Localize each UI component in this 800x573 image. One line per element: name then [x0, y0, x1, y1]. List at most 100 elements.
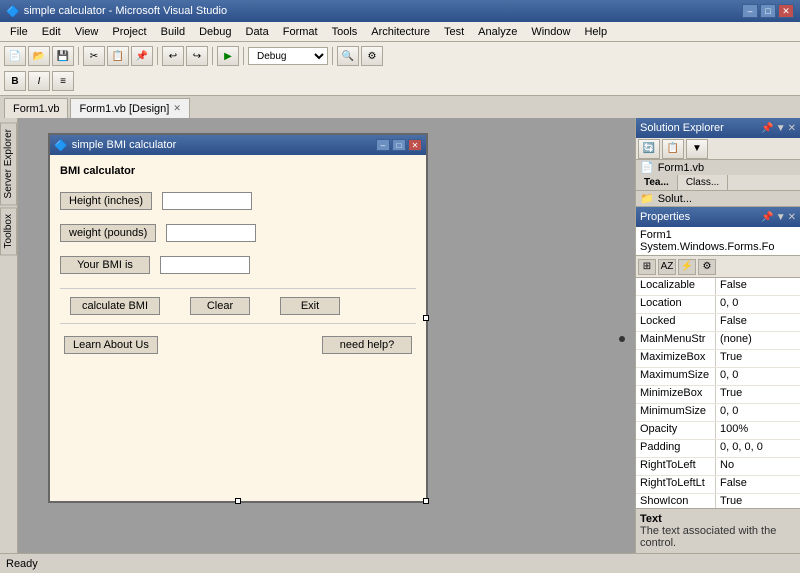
prop-events-btn[interactable]: ⚙: [698, 259, 716, 275]
prop-pages-btn[interactable]: ⚡: [678, 259, 696, 275]
weight-textbox[interactable]: [166, 224, 256, 242]
design-area[interactable]: 🔷 simple BMI calculator – □ ✕ BMI calcul…: [18, 118, 635, 553]
menu-help[interactable]: Help: [578, 24, 613, 40]
paste-btn[interactable]: 📌: [131, 46, 153, 66]
prop-close-icon[interactable]: ✕: [788, 212, 796, 223]
exit-btn[interactable]: Exit: [280, 297, 340, 315]
start-btn[interactable]: ▶: [217, 46, 239, 66]
se-tab-class[interactable]: Class...: [678, 175, 728, 190]
menu-window[interactable]: Window: [525, 24, 576, 40]
form-max-btn[interactable]: □: [392, 139, 406, 151]
prop-row-opacity[interactable]: Opacity 100%: [636, 422, 800, 440]
prop-row-maximumsize[interactable]: MaximumSize 0, 0: [636, 368, 800, 386]
menu-file[interactable]: File: [4, 24, 34, 40]
se-solution-item[interactable]: 📁 Solut...: [636, 191, 800, 206]
right-panel: Solution Explorer 📌 ▼ ✕ 🔄 📋 ▼ 📄 Form1.vb…: [635, 118, 800, 553]
form-min-btn[interactable]: –: [376, 139, 390, 151]
pin-icon[interactable]: 📌: [761, 123, 773, 134]
title-bar-text: simple calculator - Microsoft Visual Stu…: [24, 5, 227, 17]
se-tab-tea[interactable]: Tea...: [636, 175, 678, 190]
menu-project[interactable]: Project: [106, 24, 152, 40]
toolbox-tab[interactable]: Toolbox: [0, 207, 17, 255]
tab-close-icon[interactable]: ✕: [173, 103, 181, 114]
prop-dropdown-icon[interactable]: ▼: [776, 212, 786, 223]
menu-view[interactable]: View: [69, 24, 105, 40]
italic-btn[interactable]: I: [28, 71, 50, 91]
se-refresh-btn[interactable]: 🔄: [638, 139, 660, 159]
prop-row-locked[interactable]: Locked False: [636, 314, 800, 332]
dropdown-icon[interactable]: ▼: [776, 123, 786, 134]
minimize-button[interactable]: –: [742, 4, 758, 18]
server-explorer-tab[interactable]: Server Explorer: [0, 122, 17, 205]
height-row: Height (inches): [60, 192, 416, 210]
se-filter-btn[interactable]: ▼: [686, 139, 708, 159]
menu-build[interactable]: Build: [155, 24, 191, 40]
tab-form1vb-design[interactable]: Form1.vb [Design] ✕: [70, 98, 189, 118]
close-button[interactable]: ✕: [778, 4, 794, 18]
prop-row-righttoleftlt[interactable]: RightToLeftLt False: [636, 476, 800, 494]
settings-btn[interactable]: ⚙: [361, 46, 383, 66]
maximize-button[interactable]: □: [760, 4, 776, 18]
weight-label-btn[interactable]: weight (pounds): [60, 224, 156, 242]
properties-object: Form1 System.Windows.Forms.Fo: [636, 227, 800, 256]
prop-row-mainmenustr[interactable]: MainMenuStr (none): [636, 332, 800, 350]
bmi-label-btn[interactable]: Your BMI is: [60, 256, 150, 274]
prop-row-minimizebox[interactable]: MinimizeBox True: [636, 386, 800, 404]
cut-btn[interactable]: ✂: [83, 46, 105, 66]
prop-alpha-btn[interactable]: AZ: [658, 259, 676, 275]
properties-toolbar: ⊞ AZ ⚡ ⚙: [636, 256, 800, 278]
bold-btn[interactable]: B: [4, 71, 26, 91]
redo-btn[interactable]: ↪: [186, 46, 208, 66]
menu-tools[interactable]: Tools: [326, 24, 364, 40]
menu-format[interactable]: Format: [277, 24, 324, 40]
form-divider-2: [60, 323, 416, 324]
solution-explorer-header: Solution Explorer 📌 ▼ ✕: [636, 118, 800, 138]
close-se-icon[interactable]: ✕: [788, 123, 796, 134]
resize-handle-br[interactable]: [423, 498, 429, 504]
bmi-textbox[interactable]: [160, 256, 250, 274]
form-actions: calculate BMI Clear Exit: [60, 297, 416, 315]
clear-btn[interactable]: Clear: [190, 297, 250, 315]
copy-btn[interactable]: 📋: [107, 46, 129, 66]
form-close-btn[interactable]: ✕: [408, 139, 422, 151]
solution-explorer-actions: 📌 ▼ ✕: [761, 123, 796, 134]
new-project-btn[interactable]: 📄: [4, 46, 26, 66]
prop-row-maximizebox[interactable]: MaximizeBox True: [636, 350, 800, 368]
se-form1vb-item[interactable]: 📄 Form1.vb: [636, 160, 800, 175]
prop-row-padding[interactable]: Padding 0, 0, 0, 0: [636, 440, 800, 458]
calculate-bmi-btn[interactable]: calculate BMI: [70, 297, 160, 315]
properties-list: Localizable False Location 0, 0 Locked F…: [636, 278, 800, 508]
prop-row-righttoleft[interactable]: RightToLeft No: [636, 458, 800, 476]
point-indicator: [619, 336, 625, 342]
form-title-buttons: – □ ✕: [376, 139, 422, 151]
save-btn[interactable]: 💾: [52, 46, 74, 66]
menu-debug[interactable]: Debug: [193, 24, 237, 40]
prop-pin-icon[interactable]: 📌: [761, 212, 773, 223]
align-left-btn[interactable]: ≡: [52, 71, 74, 91]
prop-row-showicon[interactable]: ShowIcon True: [636, 494, 800, 508]
menu-architecture[interactable]: Architecture: [365, 24, 436, 40]
open-btn[interactable]: 📂: [28, 46, 50, 66]
menu-edit[interactable]: Edit: [36, 24, 67, 40]
resize-handle-bottom[interactable]: [235, 498, 241, 504]
prop-row-localizable[interactable]: Localizable False: [636, 278, 800, 296]
need-help-btn[interactable]: need help?: [322, 336, 412, 354]
height-textbox[interactable]: [162, 192, 252, 210]
prop-category-btn[interactable]: ⊞: [638, 259, 656, 275]
app-icon: 🔷: [6, 5, 20, 18]
height-label-btn[interactable]: Height (inches): [60, 192, 152, 210]
find-btn[interactable]: 🔍: [337, 46, 359, 66]
se-properties-btn[interactable]: 📋: [662, 139, 684, 159]
se-solution-label: Solut...: [658, 193, 692, 205]
undo-btn[interactable]: ↩: [162, 46, 184, 66]
menu-test[interactable]: Test: [438, 24, 470, 40]
prop-row-location[interactable]: Location 0, 0: [636, 296, 800, 314]
menu-data[interactable]: Data: [240, 24, 275, 40]
tab-form1vb[interactable]: Form1.vb: [4, 98, 68, 118]
resize-handle-right[interactable]: [423, 315, 429, 321]
learn-about-us-btn[interactable]: Learn About Us: [64, 336, 158, 354]
prop-row-minimumsize[interactable]: MinimumSize 0, 0: [636, 404, 800, 422]
menu-analyze[interactable]: Analyze: [472, 24, 523, 40]
debug-config-combo[interactable]: Debug Release: [248, 47, 328, 65]
bmi-calculator-title: BMI calculator: [60, 165, 416, 177]
